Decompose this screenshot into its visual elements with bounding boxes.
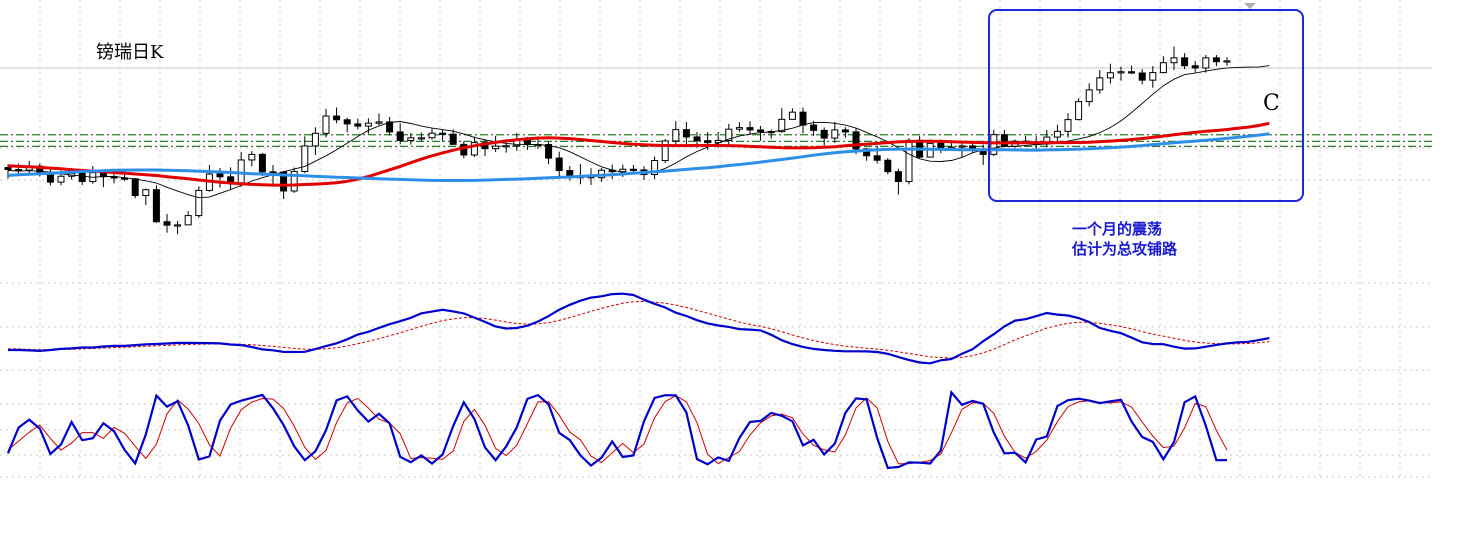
candle-up: [1085, 89, 1093, 103]
candle-down: [884, 159, 892, 173]
candle-down: [693, 136, 701, 142]
candle-down: [704, 140, 712, 144]
candle-down: [78, 172, 86, 183]
candle-up: [375, 121, 383, 124]
candle-down: [163, 221, 171, 226]
candle-down: [555, 157, 563, 172]
candle-down: [269, 171, 277, 174]
candle-up: [905, 139, 913, 183]
candle-down: [523, 139, 531, 146]
candle-down: [354, 123, 362, 127]
candle-up: [1117, 71, 1125, 74]
candle-down: [333, 115, 341, 121]
candle-up: [1106, 72, 1114, 79]
candle-up: [502, 145, 510, 148]
candle-down: [757, 129, 765, 132]
candle-up: [57, 175, 65, 183]
candle-up: [364, 122, 372, 127]
candle-up: [417, 137, 425, 140]
candle-down: [216, 173, 224, 178]
candle-down: [810, 124, 818, 131]
candle-down: [873, 155, 881, 161]
candle-down: [1128, 71, 1136, 74]
candle-up: [184, 215, 192, 226]
candle-down: [894, 171, 902, 183]
scroll-marker-triangle: [1244, 3, 1256, 9]
candle-down: [799, 111, 807, 126]
candle-up: [1075, 101, 1083, 121]
candle-up: [407, 137, 415, 142]
candle-down: [841, 129, 849, 133]
candle-down: [1191, 65, 1199, 69]
candle-down: [396, 131, 404, 142]
candle-down: [449, 133, 457, 145]
candle-up: [1159, 62, 1167, 74]
candle-down: [152, 189, 160, 223]
candle-up: [237, 159, 245, 184]
candlestick-series: [4, 46, 1231, 235]
candle-down: [682, 129, 690, 138]
candle-down: [4, 167, 12, 171]
oscillator-panel-1: [8, 292, 1270, 365]
grid-lines: [0, 0, 1432, 478]
candle-down: [937, 142, 945, 149]
candle-up: [958, 145, 966, 148]
candle-up: [142, 189, 150, 197]
chart-title: 镑瑞日K: [96, 42, 164, 63]
candle-up: [428, 132, 436, 139]
candle-up: [248, 153, 256, 161]
annotation-line-1: 一个月的震荡: [1072, 220, 1162, 238]
candle-up: [174, 224, 182, 227]
candle-up: [735, 127, 743, 130]
candle-up: [492, 145, 500, 150]
candle-up: [831, 129, 839, 139]
candle-down: [1212, 57, 1220, 63]
oscillator1-main-line: [8, 292, 1270, 365]
candle-down: [439, 132, 447, 135]
candle-up: [1170, 57, 1178, 64]
candle-down: [258, 153, 266, 173]
candle-up: [788, 111, 796, 120]
candle-up: [661, 140, 669, 162]
candle-up: [672, 129, 680, 142]
candle-up: [301, 145, 309, 173]
consolidation-highlight-box: [988, 9, 1304, 202]
candle-down: [343, 119, 351, 125]
annotation-line-2: 估计为总攻铺路: [1071, 240, 1178, 258]
candle-up: [1223, 60, 1231, 63]
candle-down: [1138, 72, 1146, 81]
candle-up: [619, 168, 627, 173]
candle-down: [629, 168, 637, 171]
candle-up: [322, 115, 330, 134]
candle-down: [820, 129, 828, 139]
candle-down: [1181, 57, 1189, 67]
candle-up: [1149, 72, 1157, 81]
candle-down: [746, 127, 754, 131]
candle-up: [1202, 57, 1210, 69]
gbp-chf-daily-chart: 镑瑞日K C 一个月的震荡 估计为总攻铺路: [0, 0, 1432, 478]
candle-up: [311, 132, 319, 147]
candle-down: [131, 178, 139, 197]
candle-up: [990, 134, 998, 155]
candle-up: [1096, 77, 1104, 91]
candle-up: [1064, 119, 1072, 132]
candle-down: [545, 144, 553, 159]
candle-up: [195, 189, 203, 217]
candle-up: [1053, 130, 1061, 138]
wave-c-label: C: [1263, 91, 1280, 116]
candle-down: [1000, 134, 1008, 147]
